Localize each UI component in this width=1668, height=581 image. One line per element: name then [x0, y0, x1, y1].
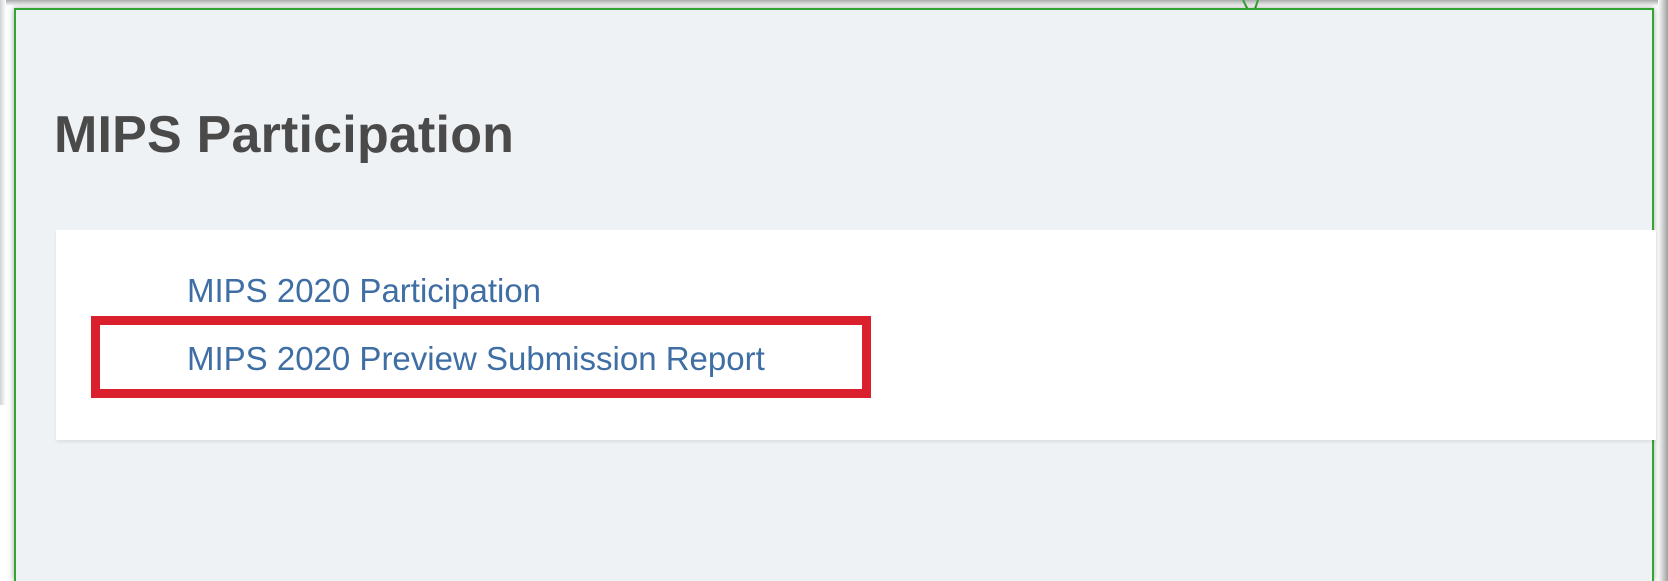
- page-title: MIPS Participation: [54, 106, 515, 164]
- screen-edge-shadow-left: [0, 0, 6, 405]
- page-content: MIPS Participation MIPS 2020 Participati…: [14, 8, 1656, 581]
- screen-edge-shadow-top: [0, 0, 1668, 6]
- screen-edge-shadow-right: [1658, 0, 1668, 581]
- highlight-annotation-box: [91, 316, 871, 398]
- mips-2020-participation-link[interactable]: MIPS 2020 Participation: [187, 272, 541, 310]
